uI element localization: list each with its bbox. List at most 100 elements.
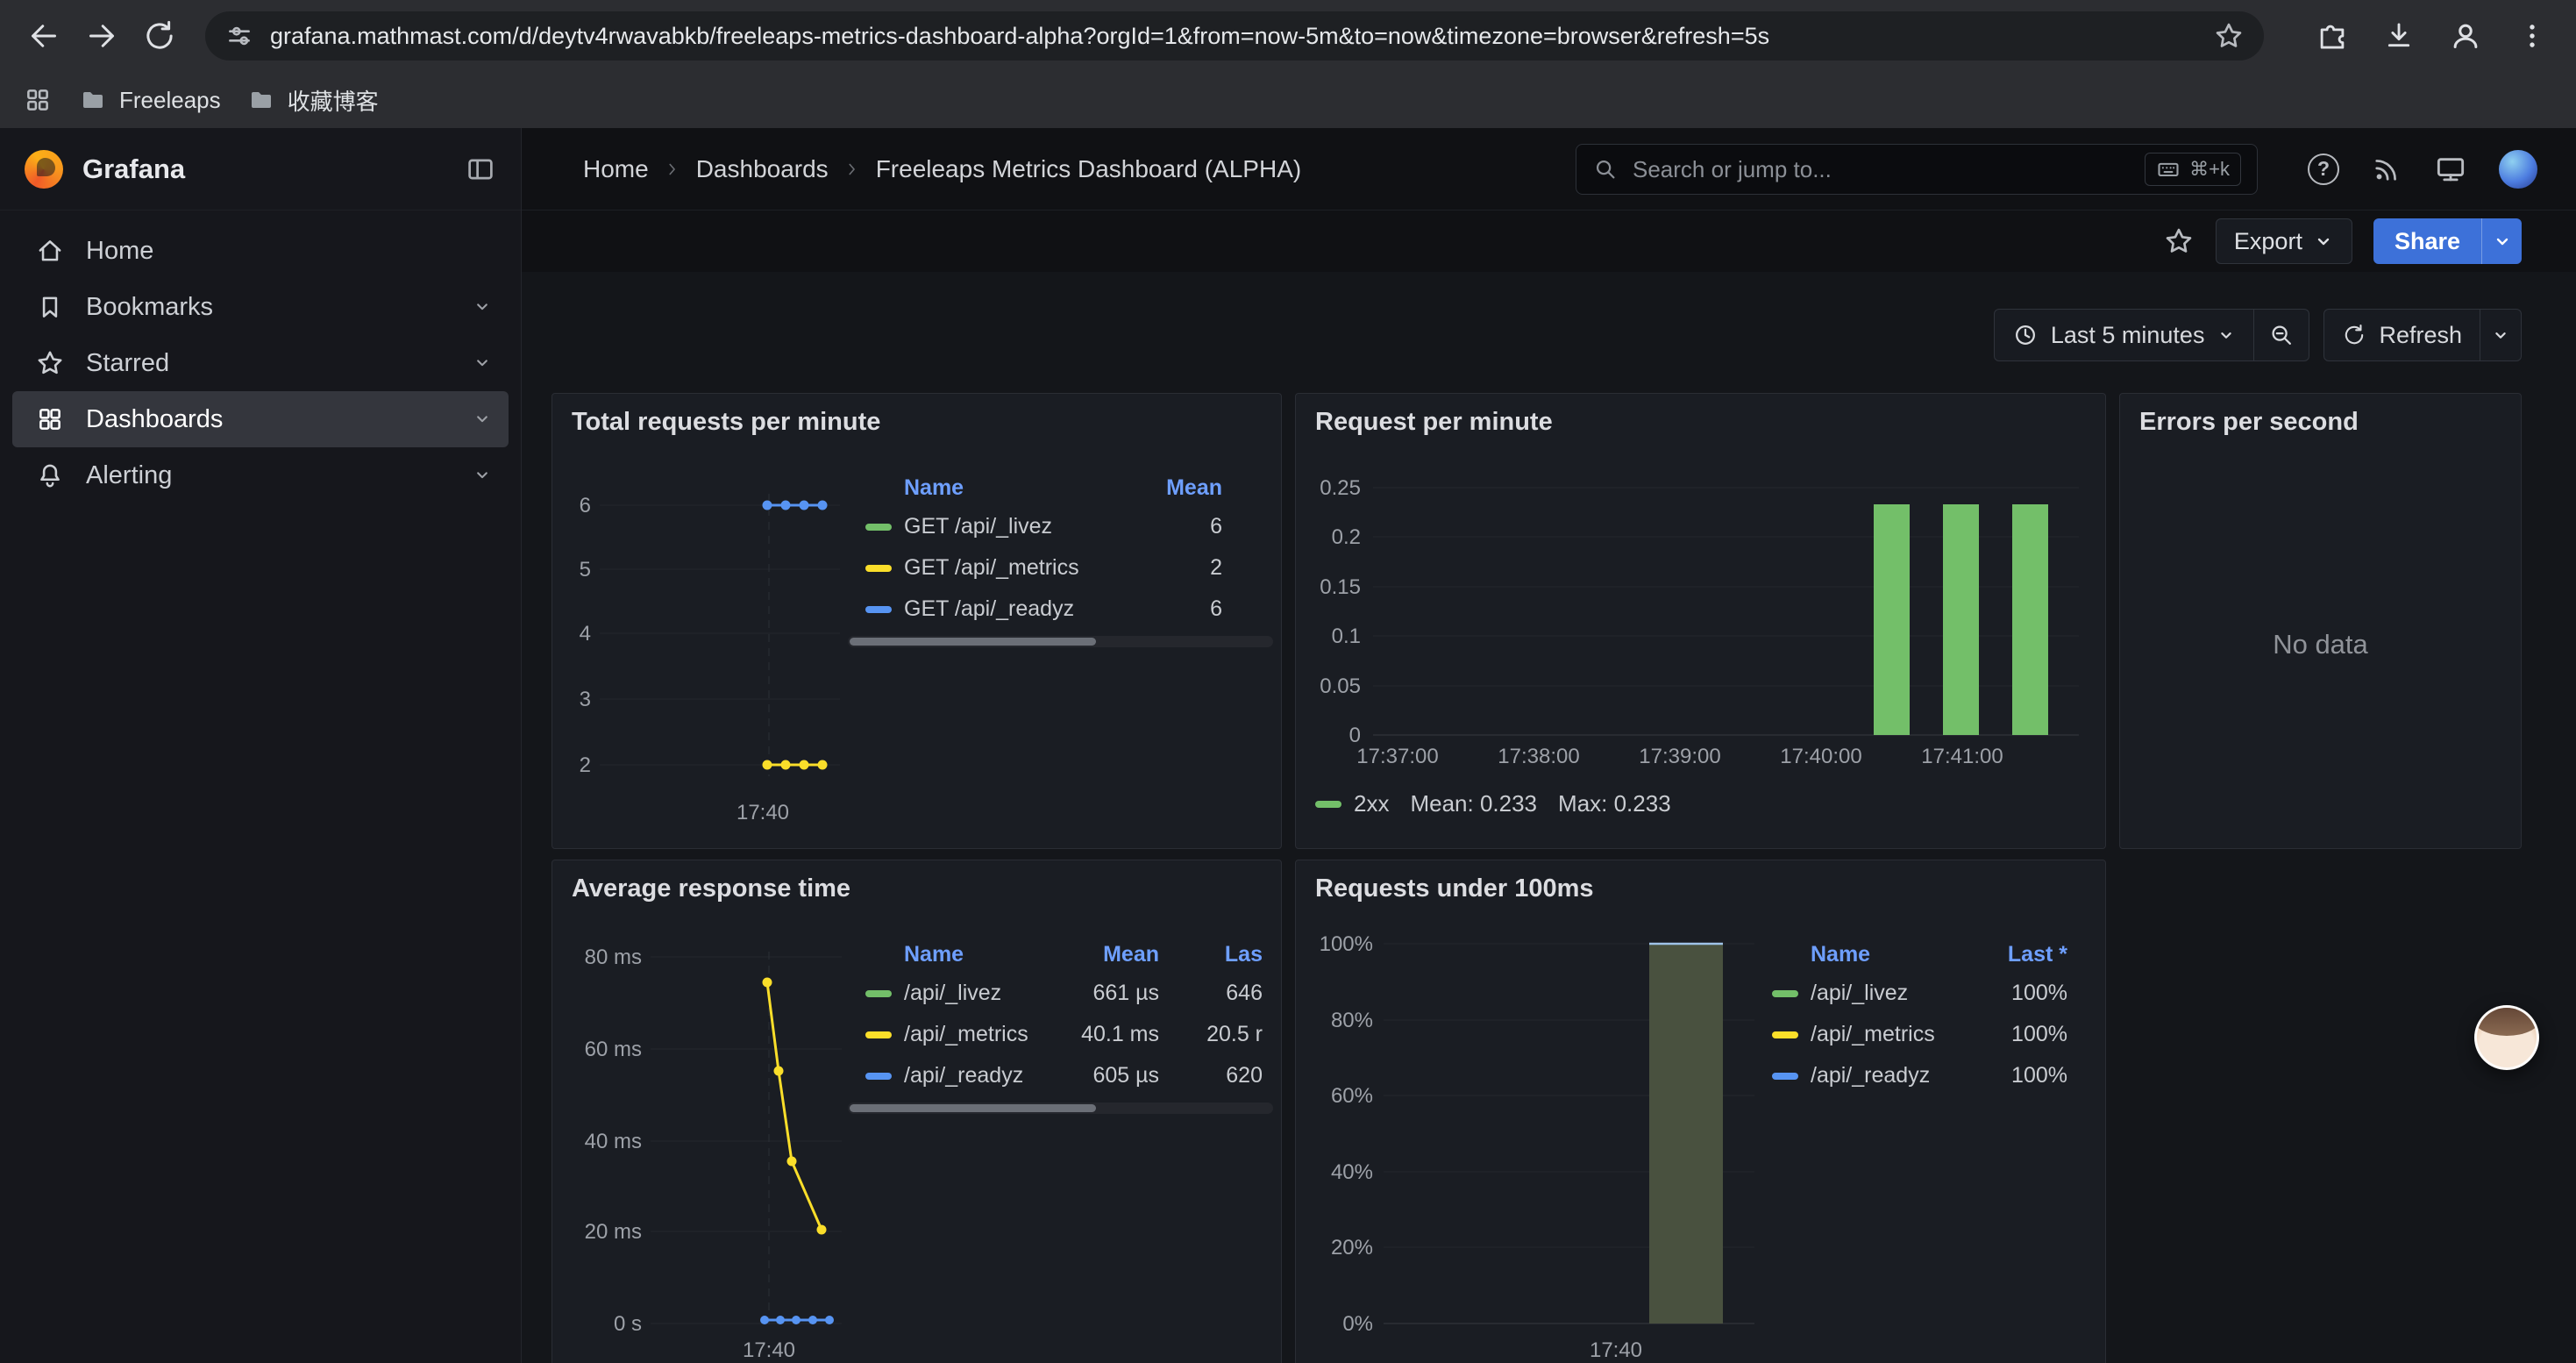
bookmark-star-icon[interactable]	[2213, 20, 2245, 52]
chevron-down-icon[interactable]	[470, 407, 495, 432]
keyboard-icon	[2156, 157, 2181, 182]
bookmark-item-blog[interactable]: 收藏博客	[247, 84, 379, 117]
svg-text:20 ms: 20 ms	[585, 1220, 642, 1244]
download-icon	[2382, 19, 2416, 53]
legend-header-mean[interactable]: Mean	[1058, 942, 1159, 967]
search-bar[interactable]: ⌘+k	[1576, 144, 2258, 195]
sidebar-item-alerting[interactable]: Alerting	[12, 447, 509, 503]
legend-scrollbar[interactable]	[848, 636, 1273, 647]
legend-row: GET /api/_readyz 6	[848, 589, 1273, 630]
refresh-button[interactable]: Refresh	[2324, 310, 2480, 360]
refresh-interval-dropdown[interactable]	[2480, 310, 2521, 360]
chevron-down-icon[interactable]	[470, 463, 495, 488]
sidebar-item-bookmarks[interactable]: Bookmarks	[12, 279, 509, 335]
svg-text:4: 4	[580, 622, 591, 646]
dashboard-actions-bar: Export Share	[522, 211, 2576, 272]
favorite-dashboard-button[interactable]	[2163, 225, 2195, 257]
breadcrumb: Home Dashboards Freeleaps Metrics Dashbo…	[583, 155, 1301, 183]
legend-header-name[interactable]: Name	[865, 942, 1058, 967]
url-input[interactable]	[270, 23, 2197, 50]
breadcrumb-current: Freeleaps Metrics Dashboard (ALPHA)	[876, 155, 1302, 183]
series-toggle[interactable]: /api/_readyz	[865, 1063, 1058, 1088]
sidebar-item-starred[interactable]: Starred	[12, 335, 509, 391]
legend-header-name[interactable]: Name	[865, 475, 1117, 501]
breadcrumb-dashboards[interactable]: Dashboards	[696, 155, 829, 183]
series-color-dash	[865, 990, 892, 997]
dashboards-icon	[35, 404, 65, 434]
share-button-group: Share	[2373, 218, 2522, 264]
bookmark-item-freeleaps[interactable]: Freeleaps	[79, 86, 221, 114]
apps-grid-button[interactable]	[23, 85, 53, 115]
series-toggle[interactable]: /api/_livez	[1772, 981, 1967, 1006]
svg-text:0.05: 0.05	[1320, 674, 1361, 698]
sidebar-item-home[interactable]: Home	[12, 223, 509, 279]
scrollbar-thumb[interactable]	[850, 1104, 1096, 1112]
help-button[interactable]: ?	[2308, 153, 2339, 185]
series-toggle[interactable]: /api/_metrics	[1772, 1022, 1967, 1047]
news-button[interactable]	[2371, 153, 2402, 185]
series-toggle[interactable]: /api/_livez	[865, 981, 1058, 1006]
bookmark-icon	[35, 292, 65, 322]
series-toggle[interactable]: GET /api/_metrics	[865, 555, 1117, 581]
downloads-button[interactable]	[2374, 11, 2423, 61]
grafana-logo-icon[interactable]	[25, 150, 63, 189]
account-button[interactable]	[2499, 150, 2537, 189]
legend-header-mean[interactable]: Mean	[1117, 475, 1222, 501]
series-color-dash	[1772, 1031, 1798, 1038]
no-data-message: No data	[2120, 629, 2521, 660]
svg-text:40 ms: 40 ms	[585, 1130, 642, 1153]
scrollbar-thumb[interactable]	[850, 638, 1096, 646]
panel-average-response-time: Average response time 80 ms 60 ms 40 ms …	[551, 860, 1282, 1363]
series-toggle[interactable]: /api/_readyz	[1772, 1063, 1967, 1088]
sidebar-item-dashboards[interactable]: Dashboards	[12, 391, 509, 447]
series-toggle[interactable]: GET /api/_readyz	[865, 596, 1117, 622]
svg-text:2: 2	[580, 753, 591, 777]
svg-text:17:41:00: 17:41:00	[1921, 745, 2003, 768]
assistant-avatar-overlay[interactable]	[2474, 1005, 2539, 1070]
share-dropdown-button[interactable]	[2481, 218, 2522, 264]
series-toggle[interactable]: /api/_metrics	[865, 1022, 1058, 1047]
panel-request-per-minute: Request per minute 0.25 0.2 0.15 0.1 0.0…	[1295, 393, 2106, 849]
legend-header-last[interactable]: Las	[1159, 942, 1263, 967]
browser-actions	[2308, 11, 2557, 61]
main-area: Home Dashboards Freeleaps Metrics Dashbo…	[522, 128, 2576, 1363]
site-settings-icon[interactable]	[224, 21, 254, 51]
series-last: 100%	[1967, 1022, 2067, 1047]
zoom-out-button[interactable]	[2254, 310, 2309, 360]
refresh-group: Refresh	[2323, 309, 2522, 361]
time-range-button[interactable]: Last 5 minutes	[1995, 310, 2254, 360]
svg-text:0: 0	[1349, 724, 1361, 747]
chevron-right-icon	[843, 160, 862, 179]
back-button[interactable]	[19, 11, 68, 61]
extensions-button[interactable]	[2308, 11, 2357, 61]
display-button[interactable]	[2434, 153, 2467, 186]
export-button[interactable]: Export	[2216, 218, 2352, 264]
svg-text:17:38:00: 17:38:00	[1498, 745, 1579, 768]
legend-header-name[interactable]: Name	[1772, 942, 1967, 967]
series-toggle[interactable]: 2xx	[1315, 790, 1389, 817]
legend-header-last[interactable]: Last *	[1967, 942, 2067, 967]
forward-button[interactable]	[77, 11, 126, 61]
reload-button[interactable]	[135, 11, 184, 61]
sidebar-collapse-button[interactable]	[465, 153, 496, 185]
series-last: 620	[1159, 1063, 1263, 1088]
svg-text:0.2: 0.2	[1332, 525, 1361, 549]
sidebar-header: Grafana	[0, 128, 521, 211]
search-shortcut-badge: ⌘+k	[2145, 153, 2241, 186]
profile-button[interactable]	[2441, 11, 2490, 61]
series-last: 100%	[1967, 1063, 2067, 1088]
time-controls: Last 5 minutes Refresh	[551, 309, 2522, 361]
series-toggle[interactable]: GET /api/_livez	[865, 514, 1117, 539]
chevron-down-icon[interactable]	[470, 295, 495, 319]
share-button[interactable]: Share	[2373, 218, 2481, 264]
rss-icon	[2371, 153, 2402, 185]
panel-title: Total requests per minute	[572, 408, 880, 437]
star-icon	[35, 348, 65, 378]
legend-scrollbar[interactable]	[848, 1103, 1273, 1114]
breadcrumb-home[interactable]: Home	[583, 155, 649, 183]
series-color-dash	[865, 1031, 892, 1038]
chevron-down-icon[interactable]	[470, 351, 495, 375]
address-bar[interactable]	[205, 11, 2264, 61]
menu-button[interactable]	[2508, 11, 2557, 61]
search-input[interactable]	[1633, 156, 2131, 183]
